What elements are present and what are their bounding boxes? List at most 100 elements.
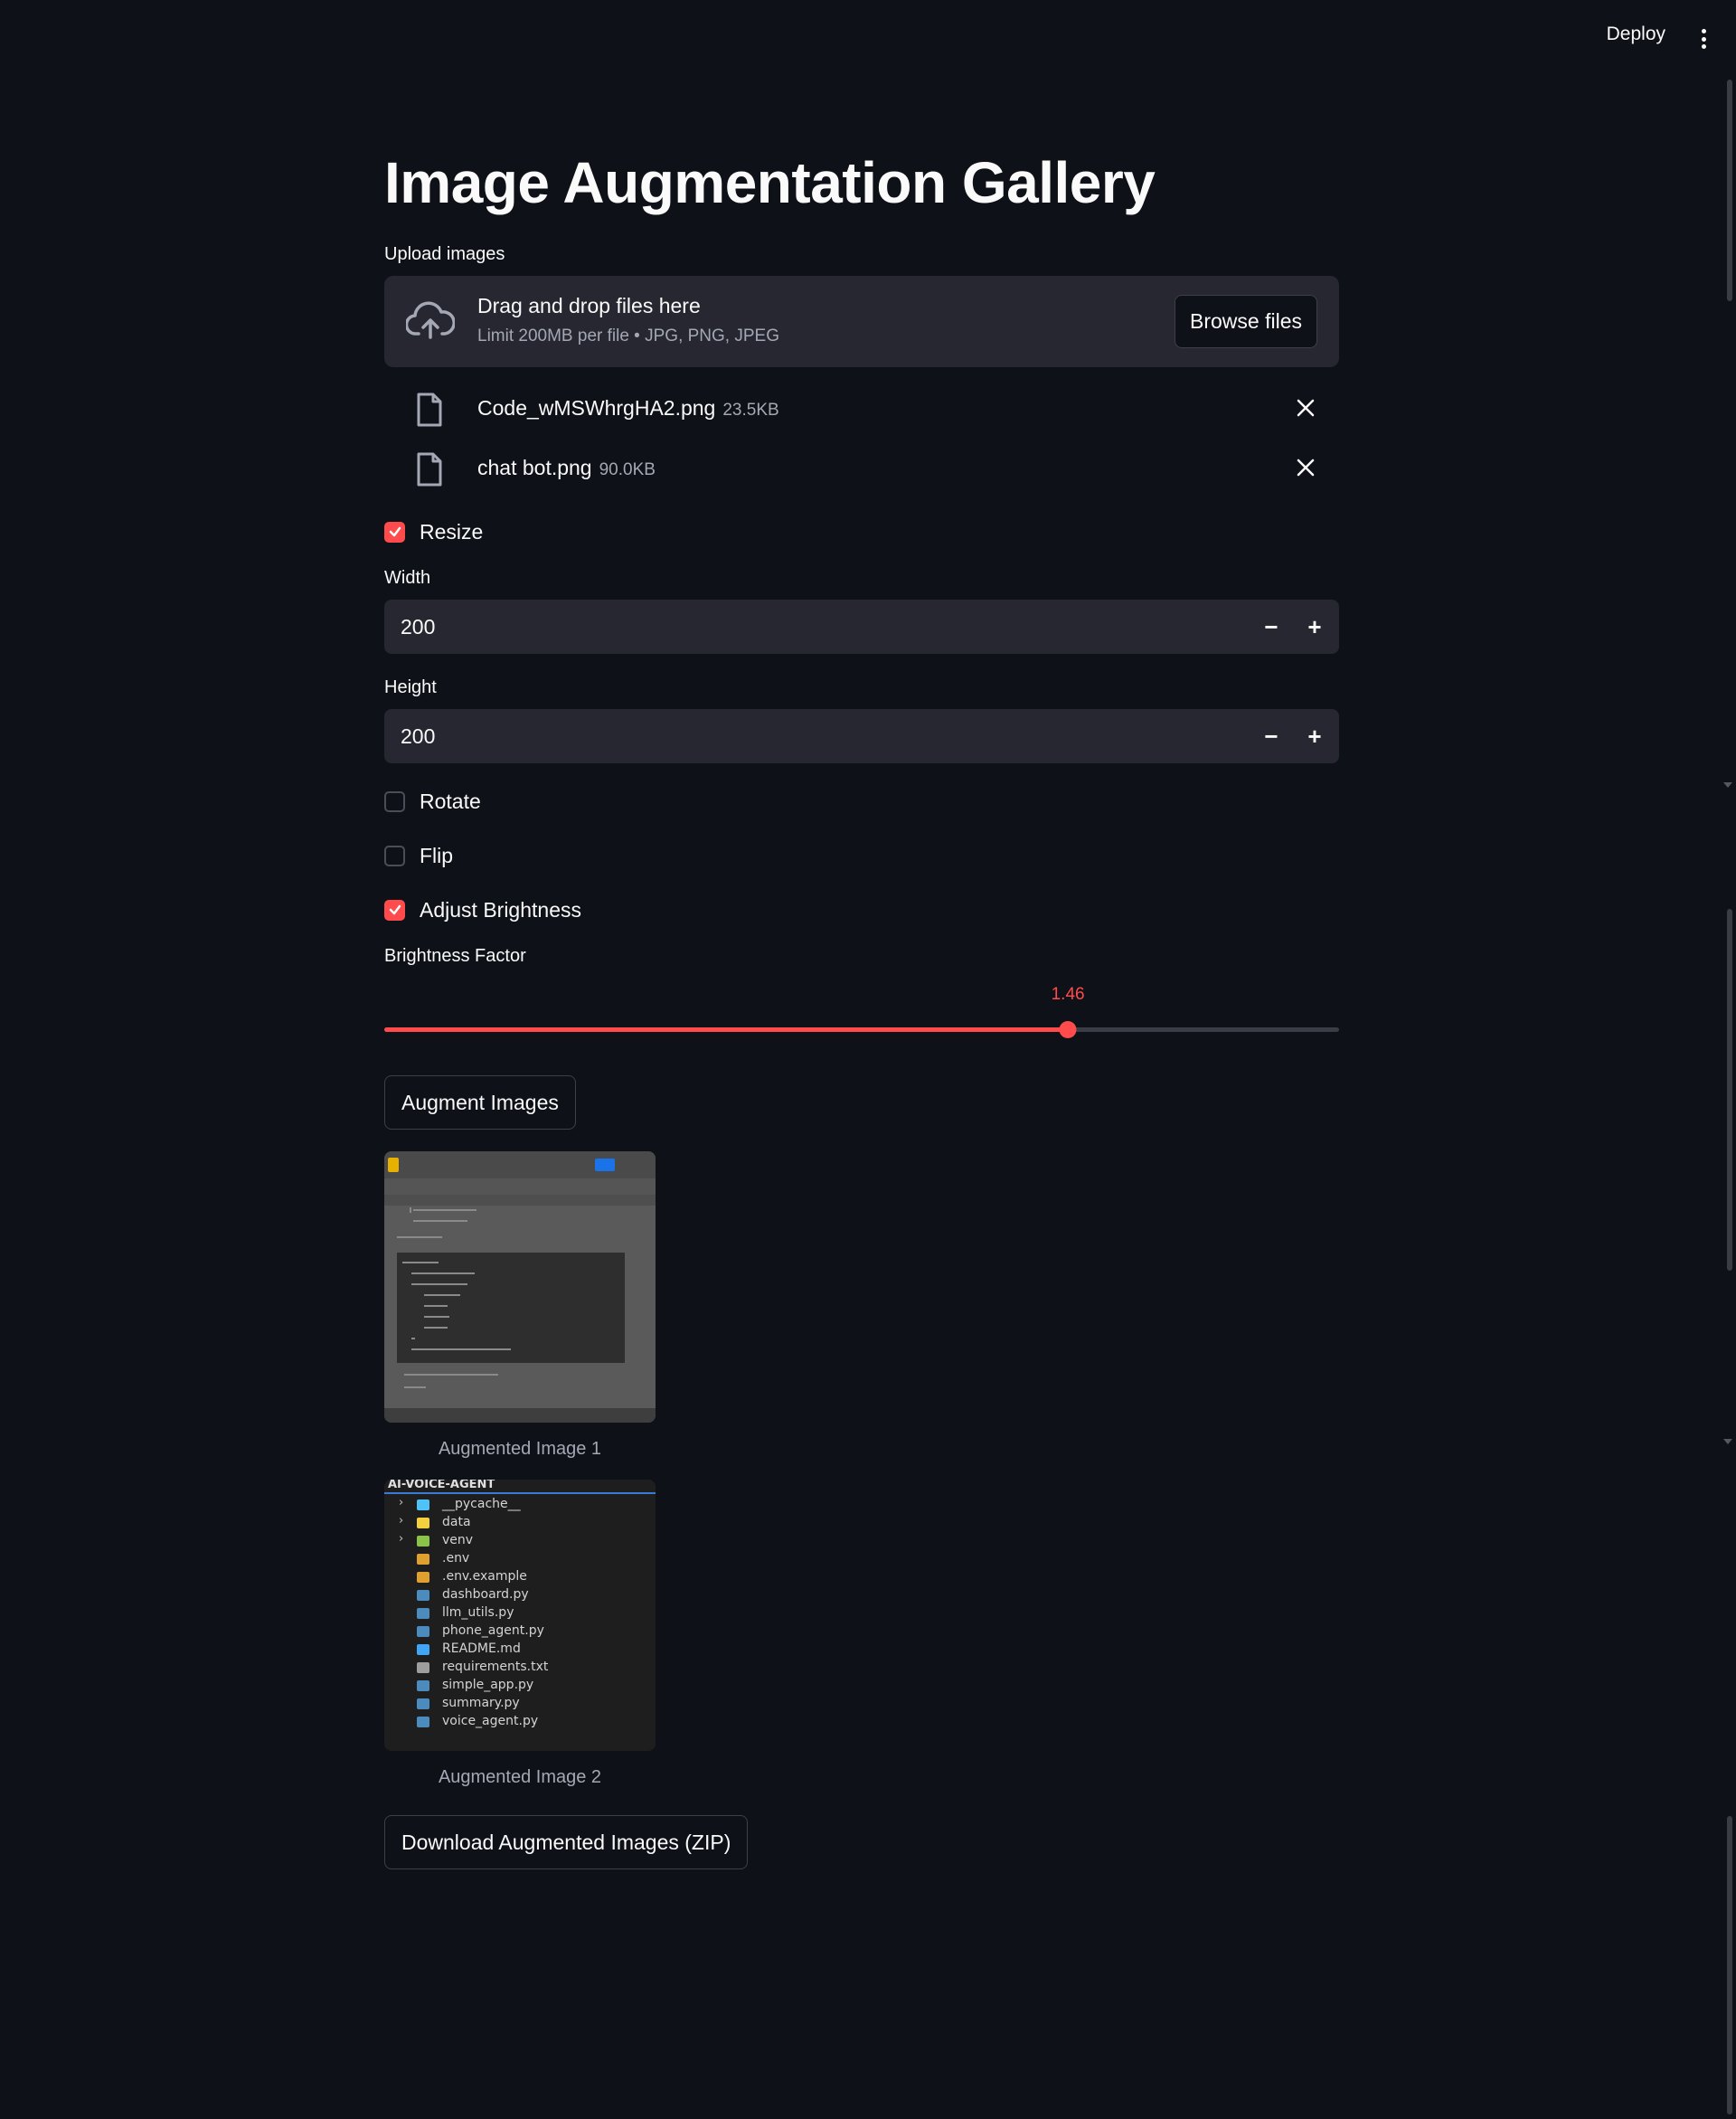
image-caption: Augmented Image 2 — [438, 1767, 602, 1787]
checkbox-checked-icon — [384, 899, 405, 921]
tree-item-label: phone_agent.py — [442, 1623, 544, 1638]
cloud-upload-icon — [406, 301, 455, 339]
uploaded-file: chat bot.png 90.0KB — [384, 440, 1339, 499]
increment-button[interactable]: + — [1301, 723, 1328, 750]
file-icon — [417, 1680, 429, 1691]
checkbox-label: Resize — [420, 519, 484, 544]
width-number-input: − + — [384, 600, 1339, 654]
file-name: Code_wMSWhrgHA2.png — [477, 396, 716, 420]
file-dropzone[interactable]: Drag and drop files here Limit 200MB per… — [384, 276, 1339, 367]
folder-icon — [417, 1518, 429, 1528]
page-title: Image Augmentation Gallery — [384, 150, 1156, 215]
kebab-menu-icon[interactable] — [1694, 25, 1712, 52]
height-number-input: − + — [384, 709, 1339, 763]
height-input[interactable] — [384, 709, 1198, 763]
tree-item: phone_agent.py — [384, 1622, 656, 1641]
checkbox-label: Rotate — [420, 789, 481, 813]
file-icon — [417, 1554, 429, 1565]
brightness-factor-label: Brightness Factor — [384, 946, 526, 966]
tree-item: simple_app.py — [384, 1677, 656, 1695]
flip-checkbox[interactable]: Flip — [384, 837, 1339, 874]
file-icon — [417, 1717, 429, 1727]
chevron-right-icon: › — [399, 1532, 404, 1546]
rotate-checkbox[interactable]: Rotate — [384, 783, 1339, 819]
width-label: Width — [384, 568, 431, 588]
file-size: 23.5KB — [722, 401, 779, 420]
checkbox-unchecked-icon — [384, 845, 405, 866]
file-icon — [417, 1608, 429, 1619]
checkbox-unchecked-icon — [384, 790, 405, 812]
tree-item-label: data — [442, 1515, 471, 1529]
tree-item: dashboard.py — [384, 1586, 656, 1604]
dropzone-limit: Limit 200MB per file • JPG, PNG, JPEG — [477, 326, 779, 345]
decrement-button[interactable]: − — [1258, 613, 1285, 640]
tree-item: llm_utils.py — [384, 1604, 656, 1622]
file-icon — [417, 1698, 429, 1709]
tree-item-label: README.md — [442, 1641, 521, 1656]
tree-item-label: .env — [442, 1551, 470, 1566]
augment-images-button[interactable]: Augment Images — [384, 1075, 576, 1130]
scrollbar[interactable] — [1723, 80, 1736, 2114]
resize-checkbox[interactable]: Resize — [384, 514, 1339, 550]
tree-item-label: dashboard.py — [442, 1587, 529, 1602]
folder-icon — [417, 1536, 429, 1547]
dropzone-instructions: Drag and drop files here — [477, 294, 701, 317]
tree-header: AI-VOICE-AGENT — [388, 1480, 495, 1491]
main-content: Image Augmentation Gallery Upload images… — [384, 154, 1339, 1869]
tree-item-label: voice_agent.py — [442, 1714, 539, 1728]
gallery-item: Augmented Image 1 — [384, 1151, 656, 1460]
tree-item-label: requirements.txt — [442, 1660, 549, 1674]
chevron-right-icon: › — [399, 1496, 404, 1509]
upload-label: Upload images — [384, 244, 505, 264]
download-zip-button[interactable]: Download Augmented Images (ZIP) — [384, 1815, 749, 1869]
file-icon — [417, 1662, 429, 1673]
tree-item: summary.py — [384, 1695, 656, 1713]
checkbox-label: Flip — [420, 843, 454, 867]
augmented-image — [384, 1151, 656, 1423]
decrement-button[interactable]: − — [1258, 723, 1285, 750]
close-icon[interactable] — [1296, 458, 1316, 478]
brightness-slider: 1.46 — [384, 978, 1339, 1038]
chevron-right-icon: › — [399, 1514, 404, 1528]
uploaded-file-list: Code_wMSWhrgHA2.png 23.5KB chat bot.png 90… — [384, 380, 1339, 499]
slider-fill — [384, 1027, 1069, 1032]
increment-button[interactable]: + — [1301, 613, 1328, 640]
file-icon — [417, 1626, 429, 1637]
tree-item: README.md — [384, 1641, 656, 1659]
file-name: chat bot.png — [477, 456, 592, 479]
width-input[interactable] — [384, 600, 1198, 654]
tree-item-label: .env.example — [442, 1569, 527, 1584]
tree-item: voice_agent.py — [384, 1713, 656, 1731]
file-icon — [417, 1572, 429, 1583]
file-icon — [417, 1590, 429, 1601]
folder-icon — [417, 1499, 429, 1510]
tree-item: › venv — [384, 1532, 656, 1550]
tree-item: › __pycache__ — [384, 1496, 656, 1514]
checkbox-label: Adjust Brightness — [420, 897, 581, 922]
tree-item-label: llm_utils.py — [442, 1605, 514, 1620]
tree-item: requirements.txt — [384, 1659, 656, 1677]
tree-item-label: venv — [442, 1533, 474, 1547]
height-label: Height — [384, 677, 437, 697]
file-size: 90.0KB — [599, 460, 656, 479]
close-icon[interactable] — [1296, 398, 1316, 418]
uploaded-file: Code_wMSWhrgHA2.png 23.5KB — [384, 380, 1339, 440]
tree-item-label: __pycache__ — [442, 1497, 521, 1511]
adjust-brightness-checkbox[interactable]: Adjust Brightness — [384, 892, 1339, 928]
slider-track[interactable] — [384, 1021, 1339, 1038]
tree-item: › data — [384, 1514, 656, 1532]
slider-value: 1.46 — [1051, 985, 1085, 1004]
file-icon — [417, 1644, 429, 1655]
augmented-image: AI-VOICE-AGENT › __pycache__ › data › venv .en… — [384, 1480, 656, 1751]
tree-item-label: summary.py — [442, 1696, 520, 1710]
gallery-item: AI-VOICE-AGENT › __pycache__ › data › venv .en… — [384, 1480, 656, 1788]
slider-thumb[interactable] — [1059, 1021, 1077, 1038]
browse-files-button[interactable]: Browse files — [1175, 295, 1317, 348]
deploy-button[interactable]: Deploy — [1607, 24, 1665, 45]
tree-item-label: simple_app.py — [442, 1678, 534, 1692]
tree-item: .env — [384, 1550, 656, 1568]
file-icon — [417, 393, 442, 427]
top-toolbar: Deploy — [0, 0, 1736, 80]
tree-item: .env.example — [384, 1568, 656, 1586]
checkbox-checked-icon — [384, 521, 405, 543]
